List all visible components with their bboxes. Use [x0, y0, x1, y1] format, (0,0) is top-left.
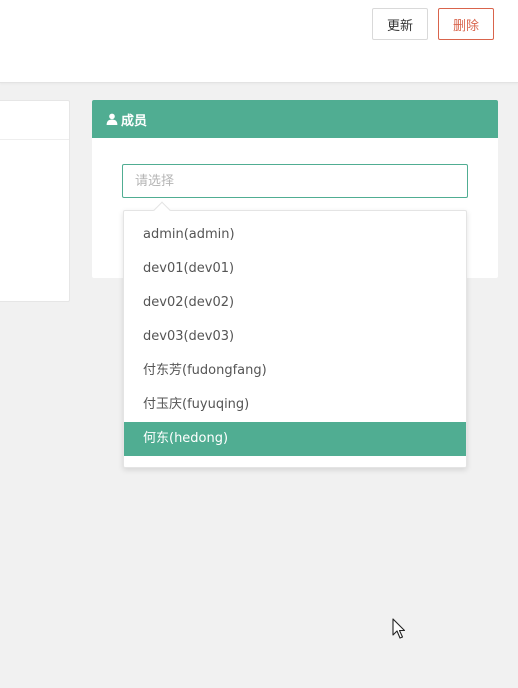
member-dropdown: admin(admin) dev01(dev01) dev02(dev02) d…: [123, 210, 467, 468]
top-toolbar: 更新 删除: [0, 0, 518, 83]
dropdown-option[interactable]: dev03(dev03): [124, 320, 466, 354]
update-button[interactable]: 更新: [372, 8, 428, 40]
left-panel: [0, 100, 70, 302]
mouse-cursor-icon: [392, 618, 406, 639]
left-panel-divider: [0, 139, 69, 140]
dropdown-option[interactable]: 付东芳(fudongfang): [124, 354, 466, 388]
dropdown-option-selected[interactable]: 何东(hedong): [124, 422, 466, 456]
dropdown-option[interactable]: [124, 456, 466, 467]
member-panel-header: 成员: [92, 100, 498, 138]
dropdown-option[interactable]: dev01(dev01): [124, 252, 466, 286]
dropdown-option[interactable]: 付玉庆(fuyuqing): [124, 388, 466, 422]
member-select-input[interactable]: [122, 164, 468, 198]
delete-button[interactable]: 删除: [438, 8, 494, 40]
member-panel-title: 成员: [121, 113, 148, 129]
dropdown-option[interactable]: dev02(dev02): [124, 286, 466, 320]
dropdown-option[interactable]: admin(admin): [124, 218, 466, 252]
user-icon: [106, 113, 118, 125]
